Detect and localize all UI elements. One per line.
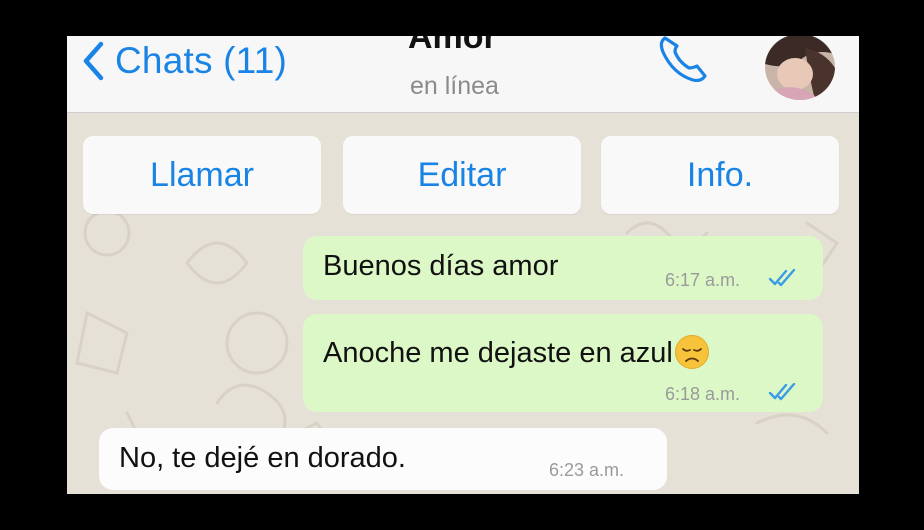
message-bubble-outgoing[interactable]: Buenos días amor 6:17 a.m. bbox=[303, 236, 823, 300]
back-button[interactable]: Chats (11) bbox=[81, 38, 287, 84]
message-bubble-outgoing[interactable]: Anoche me dejaste en azul 6:18 a.m. bbox=[303, 314, 823, 412]
read-ticks-icon bbox=[768, 383, 796, 401]
call-button[interactable]: Llamar bbox=[83, 136, 321, 214]
avatar[interactable] bbox=[765, 36, 835, 100]
message-time: 6:17 a.m. bbox=[665, 270, 741, 290]
message-text: No, te dejé en dorado. bbox=[119, 442, 406, 474]
chevron-left-icon bbox=[83, 41, 104, 81]
phone-icon[interactable] bbox=[657, 36, 719, 82]
message-text: Anoche me dejaste en azul bbox=[323, 334, 710, 370]
message-time: 6:18 a.m. bbox=[665, 384, 741, 404]
chat-screen: Chats (11) Amor en línea Llamar Editar I… bbox=[67, 36, 859, 494]
message-text: Buenos días amor bbox=[323, 250, 559, 282]
disappointed-face-icon bbox=[674, 335, 709, 369]
contact-name[interactable]: Amor bbox=[408, 36, 497, 57]
message-text-content: Anoche me dejaste en azul bbox=[323, 337, 673, 369]
chat-header: Chats (11) Amor en línea bbox=[67, 36, 859, 113]
avatar-photo bbox=[765, 36, 835, 100]
message-time: 6:23 a.m. bbox=[549, 460, 625, 480]
message-bubble-incoming[interactable]: No, te dejé en dorado. 6:23 a.m. bbox=[99, 428, 667, 490]
back-label: Chats (11) bbox=[115, 40, 287, 81]
info-button[interactable]: Info. bbox=[601, 136, 839, 214]
read-ticks-icon bbox=[768, 269, 796, 287]
contact-status: en línea bbox=[410, 72, 499, 100]
edit-button[interactable]: Editar bbox=[343, 136, 581, 214]
